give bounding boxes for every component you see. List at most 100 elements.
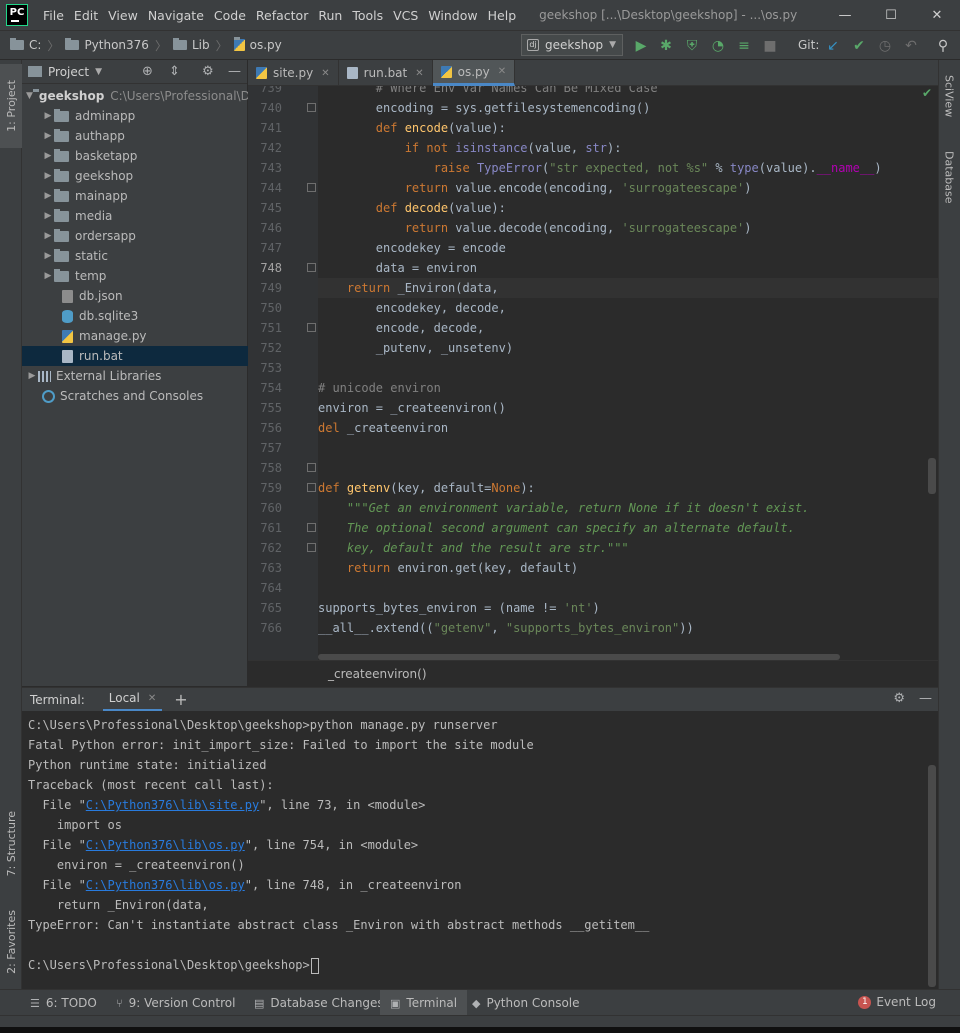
python-file-icon: [440, 65, 452, 78]
git-history-icon[interactable]: ◷: [876, 37, 894, 55]
run-configuration-select[interactable]: dj geekshop ▼: [521, 34, 623, 56]
project-folder-icon: [28, 66, 42, 77]
tree-folder-temp[interactable]: ▶ temp: [22, 266, 248, 286]
profile-icon[interactable]: ◔: [709, 37, 727, 55]
hide-icon[interactable]: —: [919, 691, 932, 706]
collapse-all-icon[interactable]: ⇕: [169, 64, 180, 79]
locate-icon[interactable]: ⊕: [142, 64, 153, 79]
tab-run-bat[interactable]: run.bat ✕: [339, 60, 433, 86]
menu-edit[interactable]: Edit: [69, 8, 103, 23]
fold-marker-icon[interactable]: [307, 543, 316, 552]
terminal-output[interactable]: C:\Users\Professional\Desktop\geekshop>p…: [22, 711, 938, 989]
close-icon[interactable]: ✕: [415, 68, 423, 79]
tree-folder-ordersapp[interactable]: ▶ ordersapp: [22, 226, 248, 246]
tab-os-py[interactable]: os.py ✕: [432, 60, 516, 86]
structure-tool-tab[interactable]: 7: Structure: [0, 804, 22, 884]
coverage-icon[interactable]: ⛨: [683, 37, 701, 55]
menu-view[interactable]: View: [103, 8, 143, 23]
fold-marker-icon[interactable]: [307, 103, 316, 112]
code-editor[interactable]: # Where Env Var Names Can Be Mixed Case …: [318, 86, 938, 660]
search-everywhere-icon[interactable]: ⚲: [934, 37, 952, 55]
traceback-file-link[interactable]: C:\Python376\lib\os.py: [86, 838, 245, 852]
bottom-tab-todo[interactable]: ☰ 6: TODO: [20, 990, 107, 1016]
menu-help[interactable]: Help: [483, 8, 522, 23]
git-update-icon[interactable]: ↙: [824, 37, 842, 55]
minimize-button[interactable]: —: [822, 0, 868, 30]
maximize-button[interactable]: ☐: [868, 0, 914, 30]
menu-refactor[interactable]: Refactor: [251, 8, 313, 23]
tree-file-label: db.sqlite3: [79, 309, 139, 323]
run-icon[interactable]: ▶: [632, 37, 650, 55]
menu-window[interactable]: Window: [423, 8, 482, 23]
tree-external-libraries[interactable]: ▶ External Libraries: [22, 366, 248, 386]
close-icon[interactable]: ✕: [321, 68, 329, 79]
project-tool-tab[interactable]: 1: Project: [0, 64, 22, 148]
bottom-tab-vcs[interactable]: ⑂ 9: Version Control: [106, 990, 245, 1016]
traceback-file-link[interactable]: C:\Python376\lib\site.py: [86, 798, 259, 812]
git-commit-icon[interactable]: ✔: [850, 37, 868, 55]
menu-code[interactable]: Code: [209, 8, 251, 23]
terminal-cursor[interactable]: [310, 957, 319, 974]
stop-icon[interactable]: ■: [761, 37, 779, 55]
database-tool-tab[interactable]: Database: [938, 140, 960, 214]
concurrency-icon[interactable]: ≡: [735, 37, 753, 55]
crumb-drive[interactable]: C:: [29, 38, 41, 52]
editor-breadcrumb[interactable]: _createenviron(): [328, 667, 427, 681]
fold-marker-icon[interactable]: [307, 183, 316, 192]
close-icon[interactable]: ✕: [498, 66, 506, 77]
menu-file[interactable]: File: [38, 8, 69, 23]
editor-vertical-scrollbar[interactable]: [928, 458, 936, 494]
menu-tools[interactable]: Tools: [347, 8, 388, 23]
project-panel-title[interactable]: Project: [48, 65, 89, 79]
folder-icon: [65, 38, 80, 50]
tree-file-db-json[interactable]: db.json: [22, 286, 248, 306]
crumb-os-py[interactable]: os.py: [250, 38, 282, 52]
close-icon[interactable]: ✕: [148, 693, 156, 704]
gear-icon[interactable]: ⚙: [893, 691, 905, 706]
tree-folder-geekshop[interactable]: ▶ geekshop: [22, 166, 248, 186]
tree-folder-media[interactable]: ▶ media: [22, 206, 248, 226]
new-session-icon[interactable]: +: [174, 690, 187, 709]
menu-run[interactable]: Run: [313, 8, 347, 23]
terminal-tab-local[interactable]: Local ✕: [102, 688, 163, 712]
crumb-python376[interactable]: Python376: [84, 38, 149, 52]
tree-file-run-bat[interactable]: run.bat: [22, 346, 248, 366]
gear-icon[interactable]: ⚙: [202, 64, 214, 79]
favorites-tool-tab[interactable]: 2: Favorites: [0, 900, 22, 984]
terminal-text: File ": [28, 798, 86, 812]
tree-folder-authapp[interactable]: ▶ authapp: [22, 126, 248, 146]
debug-icon[interactable]: ✱: [657, 37, 675, 55]
fold-marker-icon[interactable]: [307, 483, 316, 492]
fold-marker-icon[interactable]: [307, 323, 316, 332]
fold-marker-icon[interactable]: [307, 463, 316, 472]
crumb-lib[interactable]: Lib: [192, 38, 210, 52]
event-log-button[interactable]: 1 Event Log: [858, 995, 936, 1009]
tree-file-manage-py[interactable]: manage.py: [22, 326, 248, 346]
title-bar: PC File Edit View Navigate Code Refactor…: [0, 0, 960, 30]
traceback-file-link[interactable]: C:\Python376\lib\os.py: [86, 878, 245, 892]
tree-folder-basketapp[interactable]: ▶ basketapp: [22, 146, 248, 166]
tree-folder-adminapp[interactable]: ▶ adminapp: [22, 106, 248, 126]
bottom-tab-terminal[interactable]: ▣ Terminal: [380, 990, 468, 1016]
bottom-tab-python[interactable]: ◆ Python Console: [462, 990, 590, 1016]
fold-marker-icon[interactable]: [307, 523, 316, 532]
tree-folder-static[interactable]: ▶ static: [22, 246, 248, 266]
code-line: environ = _createenviron(): [318, 401, 506, 415]
hide-icon[interactable]: —: [228, 64, 241, 79]
tree-root[interactable]: ▼ geekshop C:\Users\Professional\D: [22, 86, 250, 106]
terminal-scrollbar[interactable]: [928, 765, 936, 987]
close-window-button[interactable]: ✕: [914, 0, 960, 30]
menu-navigate[interactable]: Navigate: [143, 8, 209, 23]
tree-scratches[interactable]: Scratches and Consoles: [22, 386, 248, 406]
chevron-down-icon[interactable]: ▼: [95, 67, 102, 77]
tree-file-db-sqlite3[interactable]: db.sqlite3: [22, 306, 248, 326]
tab-site-py[interactable]: site.py ✕: [248, 60, 339, 86]
chevron-down-icon: ▼: [609, 40, 616, 50]
tree-folder-mainapp[interactable]: ▶ mainapp: [22, 186, 248, 206]
sciview-tool-tab[interactable]: SciView: [938, 66, 960, 126]
fold-marker-icon[interactable]: [307, 263, 316, 272]
line-number: 761: [248, 518, 318, 538]
menu-vcs[interactable]: VCS: [388, 8, 423, 23]
git-rollback-icon[interactable]: ↶: [902, 37, 920, 55]
bottom-tab-database[interactable]: ▤ Database Changes: [244, 990, 394, 1016]
